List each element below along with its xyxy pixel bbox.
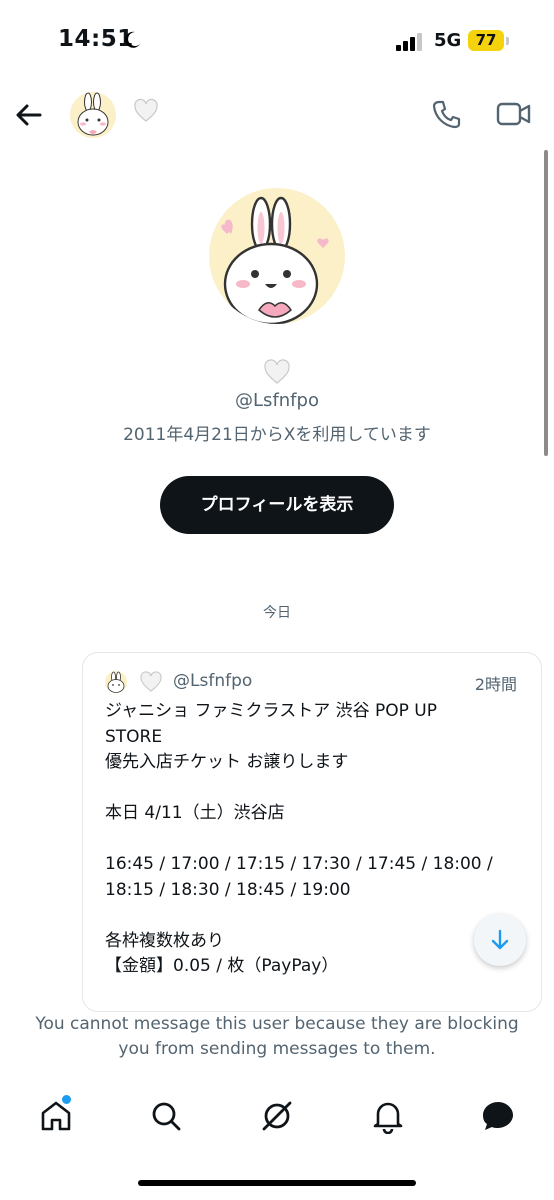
post-text: ジャニショ ファミクラストア 渋谷 POP UP STORE 優先入店チケット …: [105, 699, 525, 980]
post-handle: @Lsfnfpo: [173, 671, 253, 691]
view-profile-button[interactable]: プロフィールを表示: [160, 476, 394, 534]
post-line: 各枠複数枚あり: [105, 930, 224, 951]
phone-icon[interactable]: [430, 98, 462, 130]
joined-date: 2011年4月21日からXを利用しています: [123, 425, 431, 445]
messages-icon[interactable]: [480, 1098, 516, 1134]
post-line-break: [105, 903, 525, 929]
signal-icon: [396, 33, 422, 51]
moon-icon: [125, 31, 140, 48]
date-separator: 今日: [263, 605, 291, 621]
bunny-avatar-icon: [221, 196, 329, 324]
grok-icon[interactable]: [259, 1098, 295, 1134]
post-line-break: [105, 776, 525, 802]
post-time: 2時間: [474, 675, 517, 694]
shared-post-card[interactable]: @Lsfnfpo 2時間 ジャニショ ファミクラストア 渋谷 POP UP ST…: [82, 652, 542, 1012]
network-type: 5G: [434, 30, 462, 51]
search-icon[interactable]: [148, 1098, 184, 1134]
post-avatar: [105, 671, 127, 693]
bottom-nav: [0, 1084, 554, 1154]
bell-icon[interactable]: [370, 1098, 406, 1134]
bunny-avatar-icon: [77, 92, 109, 136]
post-line: 18:15 / 18:30 / 18:45 / 19:00: [105, 879, 351, 900]
scroll-to-bottom-button[interactable]: [474, 914, 526, 966]
notification-dot: [62, 1095, 71, 1104]
profile-handle: @Lsfnfpo: [235, 390, 319, 411]
post-line: 優先入店チケット お譲りします: [105, 752, 349, 772]
status-bar: 14:51 5G 77: [0, 0, 554, 84]
bunny-avatar-icon: [107, 671, 125, 693]
chat-header: [0, 84, 554, 148]
post-heart-icon: [139, 670, 163, 694]
battery-tip: [506, 37, 509, 45]
post-line: 16:45 / 17:00 / 17:15 / 17:30 / 17:45 / …: [105, 854, 493, 874]
arrow-down-icon: [491, 929, 509, 950]
post-line-break: [105, 827, 525, 853]
battery-level: 77: [468, 30, 504, 51]
post-line: STORE: [105, 726, 163, 747]
profile-avatar[interactable]: [209, 188, 345, 324]
video-call-icon[interactable]: [496, 98, 532, 130]
profile-heart-icon: [263, 358, 291, 386]
blocked-notice: You cannot message this user because the…: [35, 1014, 519, 1059]
home-indicator: [138, 1180, 416, 1186]
card-fade: [83, 969, 541, 1011]
header-avatar[interactable]: [70, 92, 116, 138]
post-line: 本日 4/11（土）渋谷店: [105, 803, 285, 823]
header-heart-icon: [133, 98, 159, 124]
post-line: ジャニショ ファミクラストア 渋谷 POP UP: [105, 701, 438, 721]
back-arrow-icon[interactable]: [12, 98, 46, 132]
